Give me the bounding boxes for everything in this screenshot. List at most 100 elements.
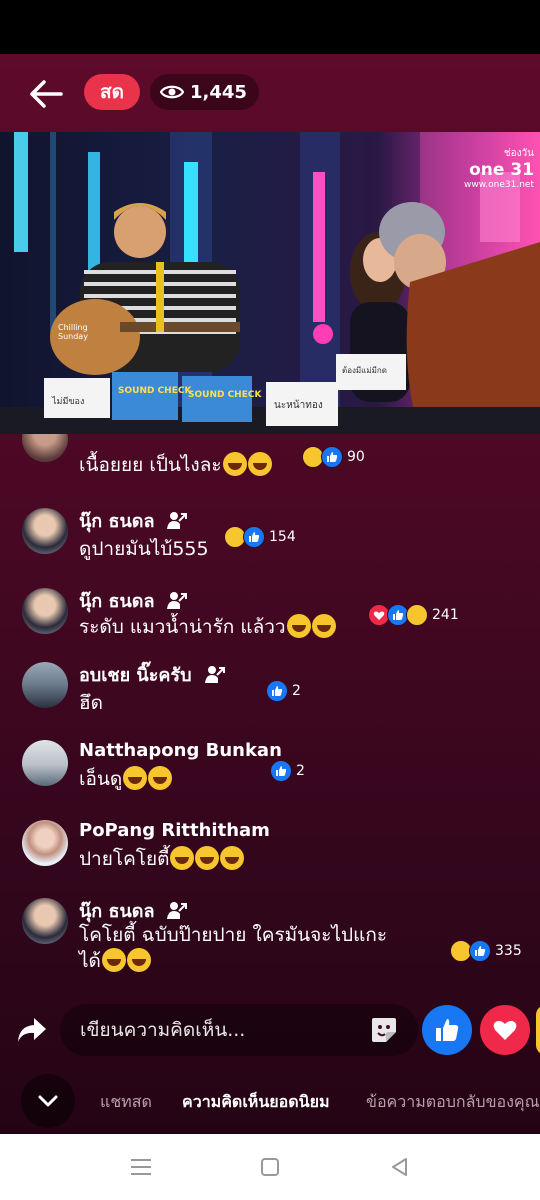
status-bar <box>0 0 540 54</box>
top-fan-badge-icon <box>167 591 188 609</box>
back-nav-button[interactable] <box>385 1152 415 1182</box>
like-icon <box>436 1019 459 1041</box>
avatar[interactable] <box>22 898 68 944</box>
haha-reaction-icon <box>406 604 428 626</box>
comment-text: ระดับ แมวน้ำน่ารัก แล้วว <box>79 614 336 641</box>
commenter-name[interactable]: อบเชย นิ๊ะครับ <box>79 660 226 689</box>
live-header: สด 1,445 <box>0 54 540 132</box>
reaction-count: 90 <box>347 449 365 465</box>
like-reaction-icon <box>243 526 265 548</box>
more-reactions-button[interactable] <box>536 1005 540 1055</box>
home-button[interactable] <box>255 1152 285 1182</box>
reaction-summary[interactable]: 154 <box>224 526 296 548</box>
reaction-count: 2 <box>292 683 301 699</box>
live-video[interactable]: ช่องวัน one 31 www.one31.net ไม่มีของ SO… <box>0 132 540 434</box>
tab-live-chat[interactable]: แชทสด <box>100 1090 152 1115</box>
reaction-summary[interactable]: 335 <box>450 940 522 962</box>
live-badge: สด <box>84 74 140 110</box>
comment-text: โคโยตี้ ฉบับป๊ายปาย ใครมันจะไปแกะ <box>79 924 388 946</box>
viewer-count: 1,445 <box>190 81 247 103</box>
chevron-down-icon <box>38 1095 58 1107</box>
laughing-emoji <box>195 846 220 870</box>
recents-button[interactable] <box>126 1152 156 1182</box>
collapse-button[interactable] <box>21 1074 75 1128</box>
avatar[interactable] <box>22 820 68 866</box>
sticker-button[interactable] <box>368 1014 400 1046</box>
back-triangle-icon <box>392 1158 407 1176</box>
heart-icon <box>493 1020 517 1040</box>
comment-item: นุ๊ก ธนดล โคโยตี้ ฉบับป๊ายปาย ใครมันจะไป… <box>0 896 540 986</box>
top-fan-badge-icon <box>167 901 188 919</box>
commenter-name[interactable]: นุ๊ก ธนดล <box>79 506 188 535</box>
reaction-summary[interactable]: 2 <box>270 760 305 782</box>
commenter-name[interactable]: PoPang Ritthitham <box>79 820 270 841</box>
desk-sign-4: นะหน้าทอง <box>274 400 323 411</box>
commenter-name[interactable]: นุ๊ก ธนดล <box>79 586 188 615</box>
comment-text: ฮึด <box>79 692 103 714</box>
share-icon <box>18 1018 46 1042</box>
video-scene <box>0 132 540 434</box>
guitar-sticker: Chilling Sunday <box>58 323 88 341</box>
heart-button[interactable] <box>480 1005 530 1055</box>
commenter-name[interactable]: นุ๊ก ธนดล <box>79 896 188 925</box>
avatar[interactable] <box>22 588 68 634</box>
desk-sign-1: ไม่มีของ <box>52 397 85 407</box>
reaction-summary[interactable]: 241 <box>368 604 459 626</box>
like-reaction-icon <box>270 760 292 782</box>
tab-your-replies[interactable]: ข้อความตอบกลับของคุณ <box>366 1090 539 1115</box>
laughing-emoji <box>123 766 148 790</box>
commenter-name[interactable]: Natthapong Bunkan <box>79 740 282 761</box>
reaction-count: 335 <box>495 943 522 959</box>
reaction-summary[interactable]: 90 <box>302 446 365 468</box>
desk-sign-2: SOUND CHECK <box>118 386 192 396</box>
comment-item: เนื้อยยย เป็นไงละ 90 <box>0 434 540 494</box>
channel-top-label: ช่องวัน <box>503 148 534 159</box>
tab-top-comments[interactable]: ความคิดเห็นยอดนิยม <box>182 1090 330 1115</box>
laughing-emoji <box>222 452 247 476</box>
home-icon <box>261 1158 279 1176</box>
comment-item: PoPang Ritthitham ปายโคโยตี้ <box>0 820 540 890</box>
channel-logo: ช่องวัน one 31 www.one31.net <box>464 148 534 191</box>
menu-icon <box>131 1159 151 1175</box>
comment-text: ปายโคโยตี้ <box>79 846 245 873</box>
comment-text: เอ็นดู <box>79 766 173 793</box>
eye-icon <box>160 85 184 99</box>
comment-item: นุ๊ก ธนดล ระดับ แมวน้ำน่ารัก แล้วว 241 <box>0 586 540 656</box>
sticker-icon <box>372 1018 396 1042</box>
tongue-emoji <box>311 614 336 638</box>
tongue-emoji <box>286 614 311 638</box>
like-reaction-icon <box>321 446 343 468</box>
like-reaction-icon <box>266 680 288 702</box>
laughing-emoji <box>170 846 195 870</box>
laughing-emoji <box>148 766 173 790</box>
comment-list[interactable]: เนื้อยยย เป็นไงละ 90 นุ๊ก ธนดล ดูปายมันไ… <box>0 434 540 994</box>
channel-name: one 31 <box>469 160 534 180</box>
reaction-count: 241 <box>432 607 459 623</box>
system-nav-bar <box>0 1134 540 1200</box>
avatar[interactable] <box>22 662 68 708</box>
top-fan-badge-icon <box>204 665 225 683</box>
back-button[interactable] <box>26 74 66 114</box>
reaction-count: 154 <box>269 529 296 545</box>
comment-input[interactable] <box>60 1004 418 1056</box>
laughing-emoji <box>126 948 151 972</box>
viewer-count-pill: 1,445 <box>150 74 259 110</box>
like-reaction-icon <box>469 940 491 962</box>
reaction-summary[interactable]: 2 <box>266 680 301 702</box>
comment-text: เนื้อยยย เป็นไงละ <box>79 452 272 479</box>
comment-item: Natthapong Bunkan เอ็นดู 2 <box>0 738 540 808</box>
comment-text: ดูปายมันไบ้555 <box>79 538 209 560</box>
back-arrow-icon <box>30 80 63 108</box>
avatar[interactable] <box>22 508 68 554</box>
comment-item: อบเชย นิ๊ะครับ ฮึด 2 <box>0 660 540 730</box>
comment-item: นุ๊ก ธนดล ดูปายมันไบ้555 154 <box>0 506 540 576</box>
like-button[interactable] <box>422 1005 472 1055</box>
channel-url: www.one31.net <box>464 180 534 191</box>
laughing-emoji <box>220 846 245 870</box>
share-button[interactable] <box>14 1010 50 1050</box>
top-fan-badge-icon <box>167 511 188 529</box>
avatar[interactable] <box>22 740 68 786</box>
desk-sign-5: ต้องมีแม่มีกด <box>342 366 387 375</box>
avatar[interactable] <box>22 434 68 462</box>
reaction-count: 2 <box>296 763 305 779</box>
